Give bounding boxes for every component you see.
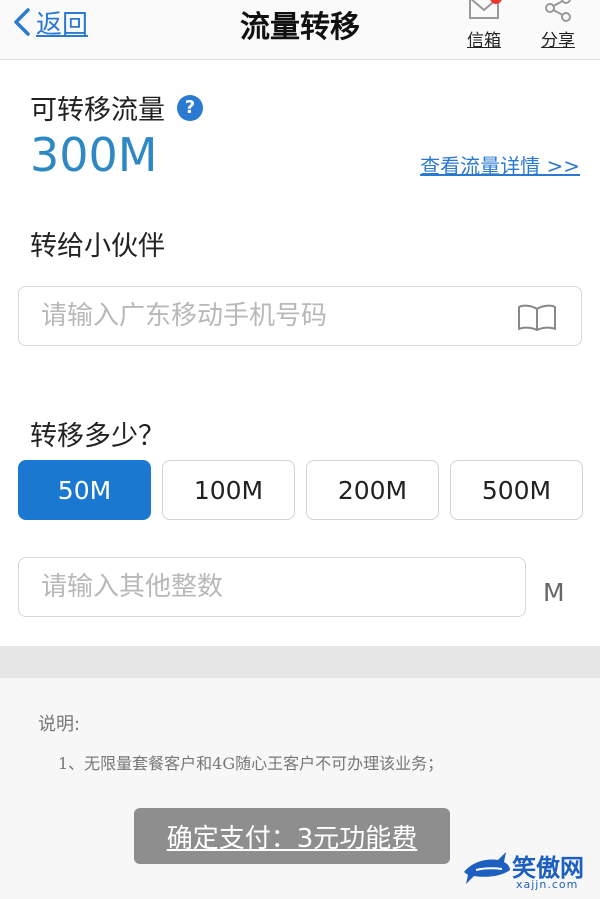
chevron-left-icon [14,8,30,36]
note-item: 1、无限量套餐客户和4G随心王客户不可办理该业务； [58,754,444,773]
section-divider [0,646,600,678]
back-label: 返回 [36,9,89,40]
recipient-label: 转给小伙伴 [30,231,165,262]
unit-label: M [543,578,565,607]
nav-bar: 返回 流量转移 信箱 分享 [0,0,600,60]
share-button[interactable]: 分享 [534,0,582,51]
help-icon[interactable]: ? [177,94,203,121]
mail-icon [460,0,508,26]
view-details-link[interactable]: 查看流量详情 >> [420,150,580,179]
amount-option-500m[interactable]: 500M [450,460,583,520]
phone-input[interactable] [41,287,521,345]
contacts-book-icon[interactable] [517,303,557,331]
back-button[interactable]: 返回 [12,4,88,40]
custom-amount-input[interactable] [41,558,501,616]
phone-field [18,286,582,346]
notes-title: 说明: [38,714,81,735]
available-section: 可转移流量 ? [30,88,203,127]
main-content: 可转移流量 ? 300M 查看流量详情 >> 转给小伙伴 转移多少？ 50M 1… [0,60,600,646]
amount-option-200m[interactable]: 200M [306,460,439,520]
custom-amount-field [18,557,526,617]
confirm-pay-button[interactable]: 确定支付：3元功能费 [134,808,450,864]
watermark-url: xajjn.com [516,878,579,891]
watermark-logo: 笑傲网 xajjn.com [462,846,594,896]
share-label: 分享 [541,31,575,51]
page-title: 流量转移 [240,10,360,45]
available-label: 可转移流量 [30,95,165,126]
shark-logo-icon [464,852,510,884]
amount-label: 转移多少？ [30,421,165,452]
amount-option-100m[interactable]: 100M [162,460,295,520]
available-value: 300M [30,128,158,182]
mailbox-label: 信箱 [467,31,501,51]
mailbox-button[interactable]: 信箱 [460,0,508,51]
amount-option-50m[interactable]: 50M [18,460,151,520]
share-icon [534,0,582,26]
